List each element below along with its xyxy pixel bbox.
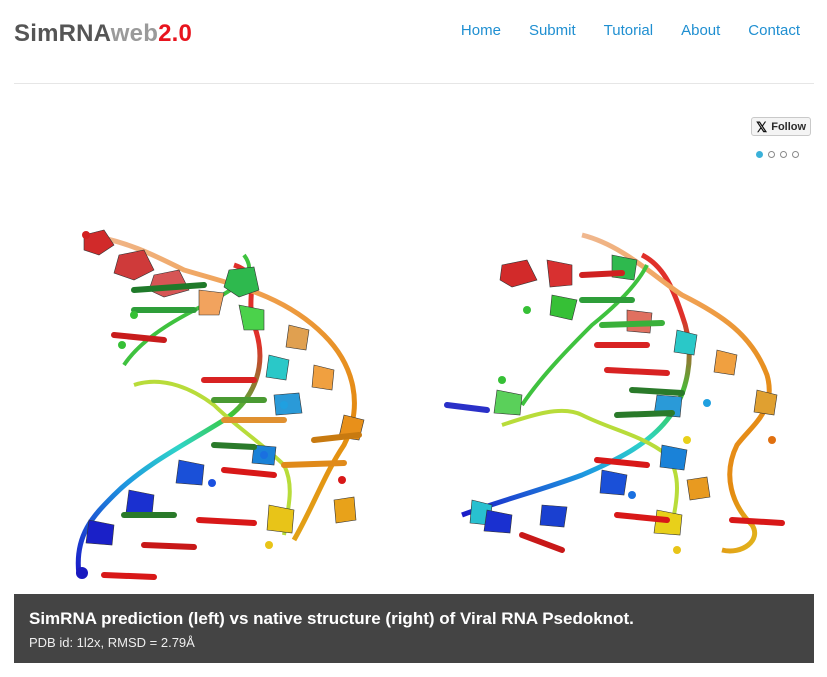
caption-title: SimRNA prediction (left) vs native struc…: [29, 609, 634, 628]
carousel-dot-2[interactable]: [768, 151, 775, 158]
header: SimRNAweb2.0 Home Submit Tutorial About …: [0, 0, 827, 84]
nav-tutorial[interactable]: Tutorial: [604, 22, 653, 40]
site-logo[interactable]: SimRNAweb2.0: [14, 20, 192, 48]
nav-submit[interactable]: Submit: [529, 22, 576, 40]
brand-part-web: web: [110, 20, 159, 47]
caption-subtitle: PDB id: 1l2x, RMSD = 2.79Å: [29, 635, 195, 650]
brand-part-version: 2.0: [158, 20, 193, 47]
header-divider: [14, 83, 814, 84]
left-structure: [75, 229, 365, 580]
carousel-dot-3[interactable]: [780, 151, 787, 158]
rna-structure-image: [75, 229, 785, 580]
carousel-dot-4[interactable]: [792, 151, 799, 158]
right-structure: [444, 232, 785, 554]
brand-part-simrna: SimRNA: [14, 20, 111, 47]
carousel-indicators: [756, 151, 799, 158]
top-nav: Home Submit Tutorial About Contact: [433, 22, 800, 40]
nav-about[interactable]: About: [681, 22, 720, 40]
x-logo-icon: 𝕏: [755, 118, 768, 135]
nav-home[interactable]: Home: [461, 22, 501, 40]
carousel-dot-1[interactable]: [756, 151, 763, 158]
nav-contact[interactable]: Contact: [748, 22, 800, 40]
x-follow-button[interactable]: 𝕏 Follow: [751, 117, 811, 136]
slide-caption: SimRNA prediction (left) vs native struc…: [14, 594, 814, 663]
follow-label: Follow: [771, 120, 807, 133]
